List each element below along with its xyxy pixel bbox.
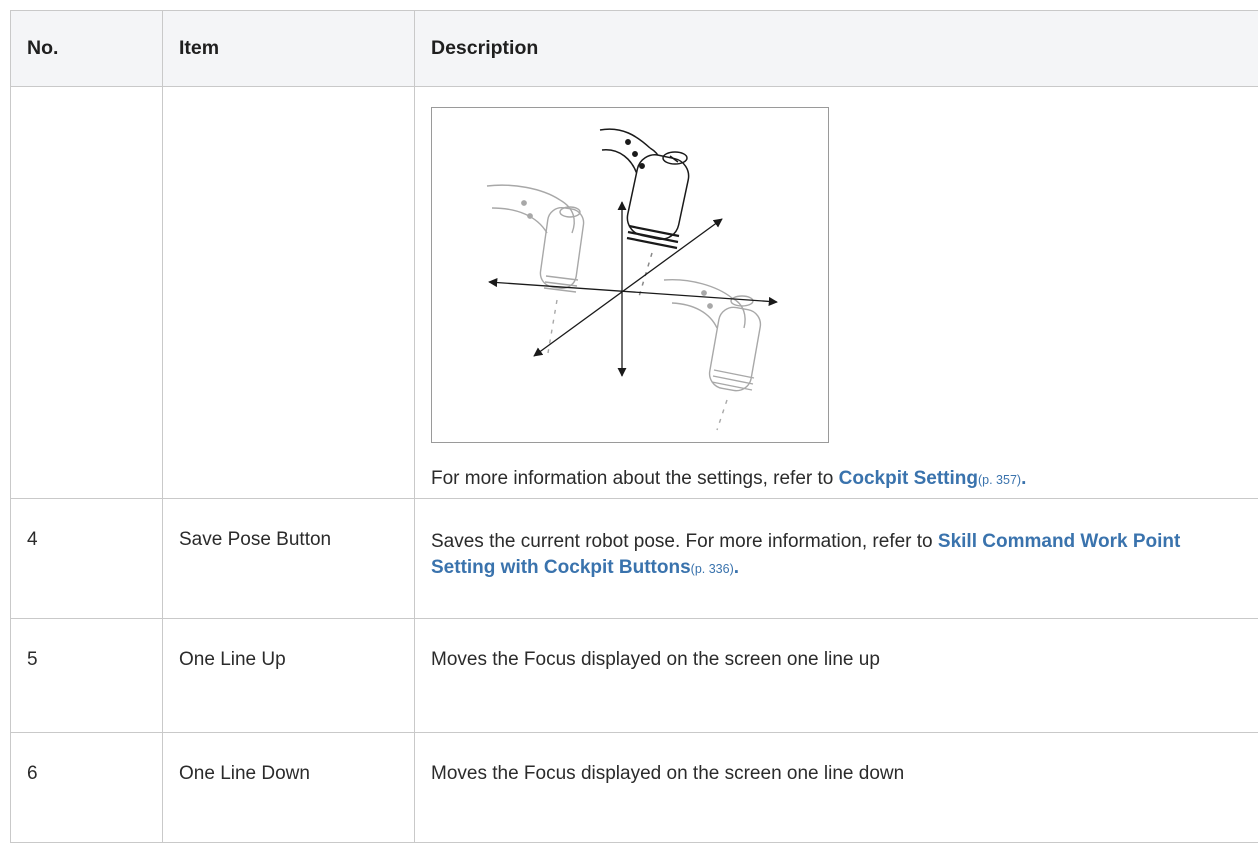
cell-no: 4 bbox=[11, 499, 163, 619]
cell-description: Saves the current robot pose. For more i… bbox=[415, 499, 1258, 619]
table-row: 6 One Line Down Moves the Focus displaye… bbox=[11, 733, 1258, 843]
figure-caption: For more information about the settings,… bbox=[431, 467, 1242, 492]
header-no: No. bbox=[11, 11, 163, 87]
cell-item bbox=[163, 87, 415, 499]
robot-pose-illustration bbox=[431, 107, 829, 443]
description-period: . bbox=[734, 557, 739, 578]
description-text: Saves the current robot pose. For more i… bbox=[431, 531, 938, 552]
header-item: Item bbox=[163, 11, 415, 87]
cell-no bbox=[11, 87, 163, 499]
faded-tool-left bbox=[487, 185, 585, 353]
caption-period: . bbox=[1021, 468, 1026, 489]
table-row: 4 Save Pose Button Saves the current rob… bbox=[11, 499, 1258, 619]
header-description: Description bbox=[415, 11, 1258, 87]
cockpit-setting-page-ref[interactable]: (p. 357) bbox=[978, 473, 1021, 487]
table-row: 5 One Line Up Moves the Focus displayed … bbox=[11, 619, 1258, 733]
cell-description: Moves the Focus displayed on the screen … bbox=[415, 619, 1258, 733]
cell-no: 5 bbox=[11, 619, 163, 733]
cell-item: One Line Up bbox=[163, 619, 415, 733]
cell-item: One Line Down bbox=[163, 733, 415, 843]
cell-item: Save Pose Button bbox=[163, 499, 415, 619]
skill-command-page-ref[interactable]: (p. 336) bbox=[691, 562, 734, 576]
table-row: For more information about the settings,… bbox=[11, 87, 1258, 499]
cell-no: 6 bbox=[11, 733, 163, 843]
table-header-row: No. Item Description bbox=[11, 11, 1258, 87]
caption-text: For more information about the settings,… bbox=[431, 468, 839, 489]
feature-table: No. Item Description bbox=[10, 10, 1258, 843]
faded-tool-right bbox=[664, 280, 763, 430]
cell-description: Moves the Focus displayed on the screen … bbox=[415, 733, 1258, 843]
cockpit-setting-link[interactable]: Cockpit Setting bbox=[839, 468, 978, 489]
cell-description: For more information about the settings,… bbox=[415, 87, 1258, 499]
robot-pose-figure bbox=[432, 108, 828, 442]
